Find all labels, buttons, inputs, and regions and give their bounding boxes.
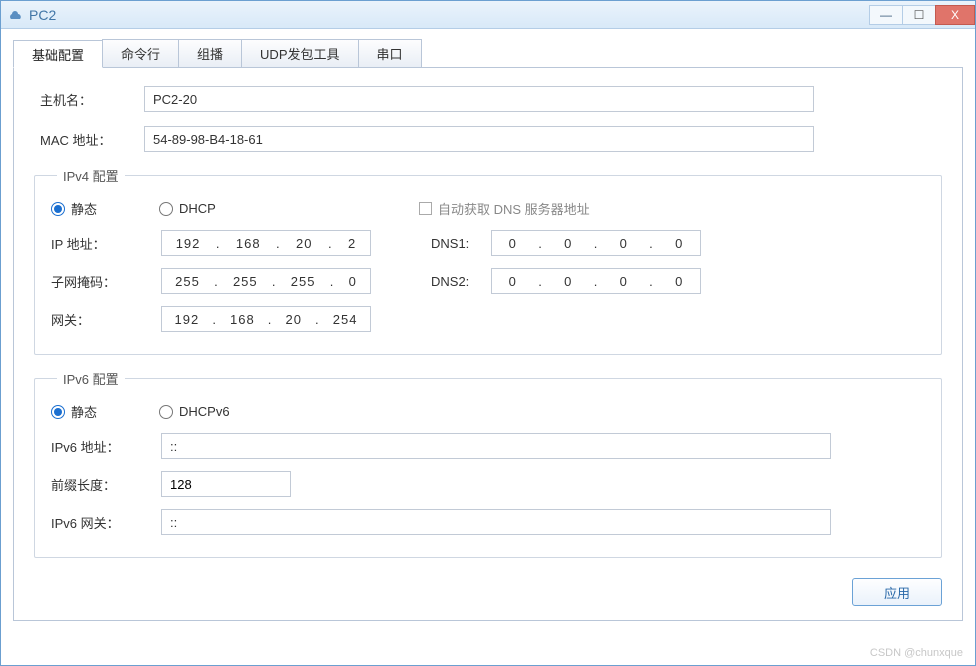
ipv6-prefix-input[interactable] <box>161 471 291 497</box>
basic-config-panel: 主机名： MAC 地址： IPv4 配置 静态 DHCP <box>13 68 963 621</box>
dns2-label: DNS2: <box>431 274 491 289</box>
ipv4-group: IPv4 配置 静态 DHCP 自动获取 DNS 服务器地址 <box>34 166 942 355</box>
maximize-button[interactable]: ☐ <box>902 5 936 25</box>
tab-multicast[interactable]: 组播 <box>178 39 242 67</box>
ipv6-addr-input[interactable] <box>161 433 831 459</box>
client-area: 基础配置 命令行 组播 UDP发包工具 串口 主机名： MAC 地址： IPv4… <box>1 29 975 633</box>
ip-address-input[interactable]: 192. 168. 20. 2 <box>161 230 371 256</box>
mac-label: MAC 地址： <box>34 130 144 149</box>
window-buttons: — ☐ X <box>870 5 975 25</box>
ipv4-legend: IPv4 配置 <box>57 166 125 185</box>
tab-cli[interactable]: 命令行 <box>102 39 179 67</box>
close-button[interactable]: X <box>935 5 975 25</box>
ipv6-addr-label: IPv6 地址： <box>51 437 161 456</box>
tab-serial[interactable]: 串口 <box>358 39 422 67</box>
ipv6-group: IPv6 配置 静态 DHCPv6 IPv6 地址： 前 <box>34 369 942 558</box>
ipv6-legend: IPv6 配置 <box>57 369 125 388</box>
dns1-input[interactable]: 0. 0. 0. 0 <box>491 230 701 256</box>
ipv6-gw-label: IPv6 网关： <box>51 513 161 532</box>
ipv6-static-radio[interactable]: 静态 <box>51 402 159 421</box>
hostname-input[interactable] <box>144 86 814 112</box>
ipv4-dhcp-radio[interactable]: DHCP <box>159 201 419 216</box>
subnet-mask-input[interactable]: 255. 255. 255. 0 <box>161 268 371 294</box>
ipv6-prefix-label: 前缀长度： <box>51 475 161 494</box>
mac-input[interactable] <box>144 126 814 152</box>
app-icon <box>7 7 23 23</box>
ip-label: IP 地址： <box>51 234 161 253</box>
apply-button[interactable]: 应用 <box>852 578 942 606</box>
gateway-input[interactable]: 192. 168. 20. 254 <box>161 306 371 332</box>
dns1-label: DNS1: <box>431 236 491 251</box>
ipv6-dhcpv6-radio[interactable]: DHCPv6 <box>159 404 230 419</box>
app-window: PC2 — ☐ X 基础配置 命令行 组播 UDP发包工具 串口 主机名： MA… <box>0 0 976 666</box>
title-bar: PC2 — ☐ X <box>1 1 975 29</box>
mask-label: 子网掩码： <box>51 272 161 291</box>
hostname-label: 主机名： <box>34 90 144 109</box>
gateway-label: 网关： <box>51 310 161 329</box>
window-title: PC2 <box>29 7 56 23</box>
dns2-input[interactable]: 0. 0. 0. 0 <box>491 268 701 294</box>
auto-dns-checkbox[interactable]: 自动获取 DNS 服务器地址 <box>419 199 590 218</box>
tab-strip: 基础配置 命令行 组播 UDP发包工具 串口 <box>13 39 963 68</box>
tab-basic-config[interactable]: 基础配置 <box>13 40 103 68</box>
minimize-button[interactable]: — <box>869 5 903 25</box>
watermark: CSDN @chunxque <box>870 647 963 659</box>
ipv6-gw-input[interactable] <box>161 509 831 535</box>
tab-udp-tool[interactable]: UDP发包工具 <box>241 39 358 67</box>
ipv4-static-radio[interactable]: 静态 <box>51 199 159 218</box>
